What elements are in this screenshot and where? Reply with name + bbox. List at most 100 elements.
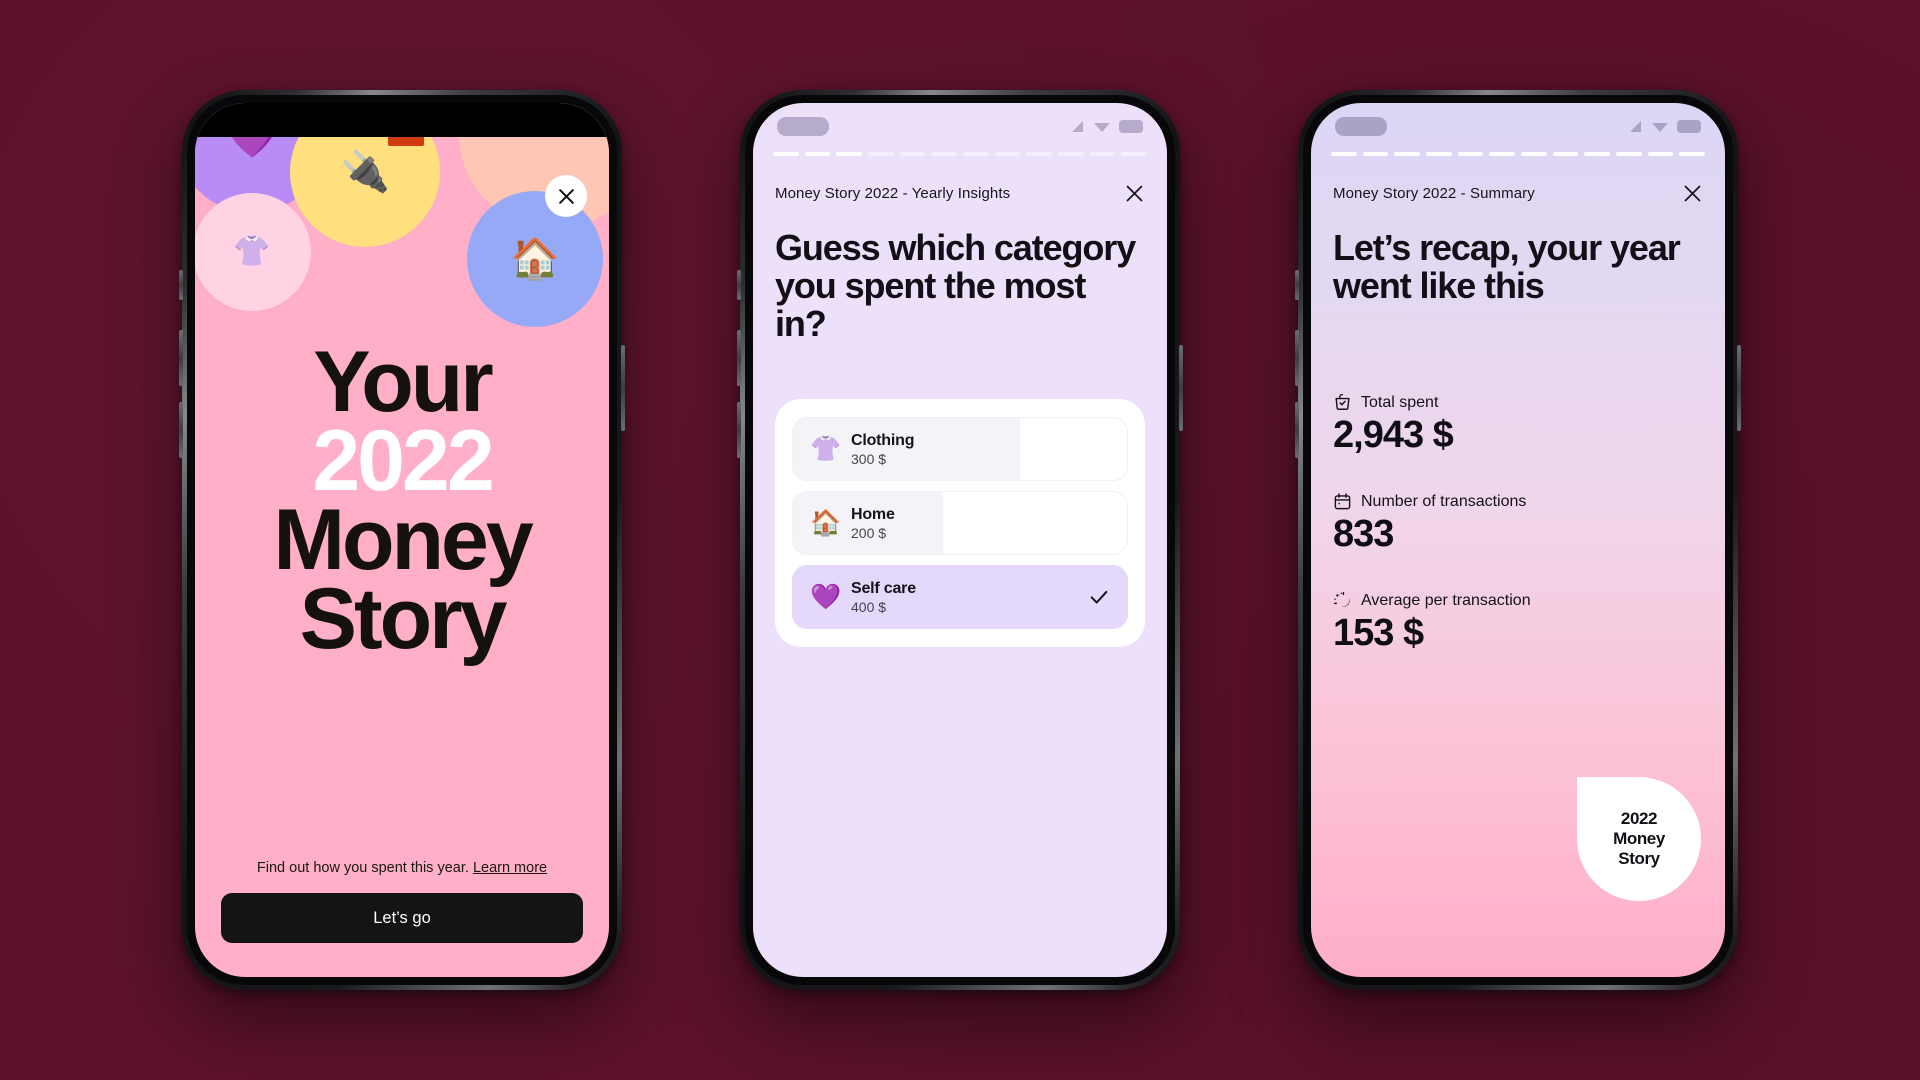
category-text: Home 200 $ xyxy=(851,506,895,541)
phone-device-2: Money Story 2022 - Yearly Insights Guess… xyxy=(737,90,1183,990)
close-icon xyxy=(1126,185,1143,201)
story-progress-segment[interactable] xyxy=(1457,152,1484,156)
story-progress-segment[interactable] xyxy=(931,152,958,156)
category-row-body: 🏠 Home 200 $ xyxy=(793,492,1127,554)
close-icon xyxy=(558,188,574,204)
phone-inner-2: Money Story 2022 - Yearly Insights Guess… xyxy=(745,95,1175,985)
volume-down-button[interactable] xyxy=(737,402,741,458)
title-line-1: Your xyxy=(313,334,494,430)
summary-stat-item: Number of transactions 833 xyxy=(1333,492,1703,555)
volume-down-button[interactable] xyxy=(1295,402,1299,458)
summary-stat-label: Number of transactions xyxy=(1361,492,1527,510)
story-progress-segment[interactable] xyxy=(1362,152,1389,156)
story-header-title: Money Story 2022 - Summary xyxy=(1333,184,1535,202)
category-name: Home xyxy=(851,505,895,523)
summary-stat-label-row: Average per transaction xyxy=(1333,591,1703,610)
status-bar xyxy=(1311,103,1725,149)
summary-stat-label: Total spent xyxy=(1361,393,1439,411)
title-line-4: Story xyxy=(299,571,508,668)
story-progress-segment[interactable] xyxy=(1026,152,1053,156)
phone-device-3: Money Story 2022 - Summary Let’s recap, … xyxy=(1295,90,1741,990)
story-progress-segment[interactable] xyxy=(1584,152,1611,156)
status-icons xyxy=(1626,119,1701,133)
story-progress-segment[interactable] xyxy=(773,152,799,156)
quiz-headline: Guess which category you spent the most … xyxy=(775,227,1136,344)
intro-screen-content: 💜 🔌 👚 🏠 Your 2022 Money Story Find out h… xyxy=(195,103,609,977)
phone-inner-3: Money Story 2022 - Summary Let’s recap, … xyxy=(1303,95,1733,985)
story-progress-bar[interactable] xyxy=(773,152,1148,156)
summary-stats-list: Total spent 2,943 $ Number of transactions… xyxy=(1333,393,1703,654)
category-option-row[interactable]: 🏠 Home 200 $ xyxy=(792,491,1128,555)
mute-switch[interactable] xyxy=(1295,270,1299,300)
category-text: Clothing 300 $ xyxy=(851,432,914,467)
home-bubble: 🏠 xyxy=(467,191,603,327)
story-progress-segment[interactable] xyxy=(994,152,1021,156)
story-progress-bar[interactable] xyxy=(1331,152,1706,156)
story-progress-segment[interactable] xyxy=(1058,152,1084,156)
battery-icon xyxy=(1119,119,1143,133)
close-button[interactable] xyxy=(1120,179,1149,208)
signal-icon xyxy=(1630,120,1641,132)
story-progress-segment[interactable] xyxy=(1331,152,1357,156)
category-name: Self care xyxy=(851,579,916,597)
power-button[interactable] xyxy=(1179,345,1183,431)
category-amount: 300 $ xyxy=(851,450,887,467)
close-icon xyxy=(1684,185,1701,201)
status-notch-bar xyxy=(195,103,609,137)
status-time-pill xyxy=(777,116,829,136)
story-progress-segment[interactable] xyxy=(1121,152,1148,156)
story-progress-segment[interactable] xyxy=(868,152,894,156)
story-progress-segment[interactable] xyxy=(1552,152,1579,156)
mute-switch[interactable] xyxy=(179,270,183,300)
summary-stat-item: Average per transaction 153 $ xyxy=(1333,591,1703,654)
category-option-row[interactable]: 👚 Clothing 300 $ xyxy=(792,417,1128,481)
story-progress-segment[interactable] xyxy=(1647,152,1674,156)
page-title: Your 2022 Money Story xyxy=(195,334,609,668)
volume-down-button[interactable] xyxy=(179,402,183,458)
badge-line-1: 2022 xyxy=(1620,808,1658,828)
home-icon: 🏠 xyxy=(810,508,842,537)
selected-check xyxy=(1088,586,1110,608)
quiz-screen-content: Money Story 2022 - Yearly Insights Guess… xyxy=(753,103,1167,977)
close-button[interactable] xyxy=(545,175,587,217)
category-row-body: 💜 Self care 400 $ xyxy=(793,566,1127,628)
story-progress-segment[interactable] xyxy=(1394,152,1421,156)
title-year: 2022 xyxy=(312,413,494,510)
volume-up-button[interactable] xyxy=(1295,330,1299,386)
category-amount: 200 $ xyxy=(851,524,887,541)
lets-go-button[interactable]: Let’s go xyxy=(221,893,583,943)
clothing-bubble-icon: 👚 xyxy=(233,235,271,268)
phone-inner-1: 💜 🔌 👚 🏠 Your 2022 Money Story Find out h… xyxy=(187,95,617,985)
mute-switch[interactable] xyxy=(737,270,741,300)
story-progress-segment[interactable] xyxy=(1089,152,1116,156)
story-progress-segment[interactable] xyxy=(1489,152,1516,156)
story-progress-segment[interactable] xyxy=(1521,152,1547,156)
screen-quiz: Money Story 2022 - Yearly Insights Guess… xyxy=(753,103,1167,977)
clothing-bubble: 👚 xyxy=(195,193,311,311)
status-bar xyxy=(753,103,1167,149)
learn-more-link[interactable]: Learn more xyxy=(473,860,547,876)
story-progress-segment[interactable] xyxy=(899,152,926,156)
story-progress-segment[interactable] xyxy=(804,152,831,156)
story-progress-segment[interactable] xyxy=(1426,152,1452,156)
summary-stat-item: Total spent 2,943 $ xyxy=(1333,393,1703,455)
power-button[interactable] xyxy=(621,345,625,431)
summary-stat-value: 153 $ xyxy=(1333,612,1424,654)
story-progress-segment[interactable] xyxy=(1679,152,1706,156)
story-header: Money Story 2022 - Yearly Insights xyxy=(775,171,1149,215)
close-button[interactable] xyxy=(1678,179,1707,208)
story-progress-segment[interactable] xyxy=(1616,152,1642,156)
story-progress-segment[interactable] xyxy=(963,152,989,156)
category-text: Self care 400 $ xyxy=(851,580,916,615)
story-header-title: Money Story 2022 - Yearly Insights xyxy=(775,184,1011,202)
volume-up-button[interactable] xyxy=(179,330,183,386)
category-option-row[interactable]: 💜 Self care 400 $ xyxy=(792,565,1128,629)
intro-caption: Find out how you spent this year. Learn … xyxy=(221,860,583,876)
summary-stat-value: 833 xyxy=(1333,513,1394,555)
story-progress-segment[interactable] xyxy=(836,152,863,156)
wifi-icon xyxy=(1652,122,1668,132)
summary-stat-label: Average per transaction xyxy=(1361,591,1531,609)
money-story-badge: 2022 Money Story xyxy=(1577,777,1701,901)
volume-up-button[interactable] xyxy=(737,330,741,386)
power-button[interactable] xyxy=(1737,345,1741,431)
